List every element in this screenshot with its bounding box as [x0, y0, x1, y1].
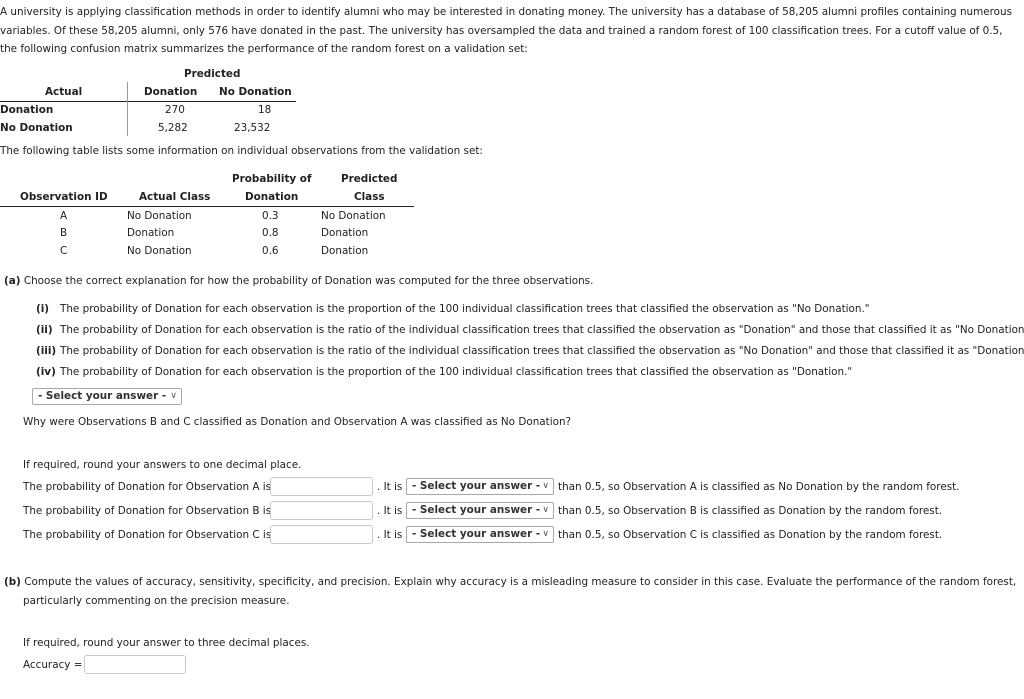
obs-actual: Donation	[127, 227, 175, 239]
obs-header-pred: Class	[354, 191, 385, 203]
option-i: (i) The probability of Donation for each …	[36, 303, 870, 315]
obs-prob: 0.8	[262, 227, 279, 239]
row-prefix: The probability of Donation for Observat…	[23, 529, 272, 541]
obs-prob: 0.6	[262, 245, 279, 257]
part-a-text: Choose the correct explanation for how t…	[23, 275, 594, 287]
part-b-text: Compute the values of accuracy, sensitiv…	[24, 576, 1017, 588]
row-prefix: The probability of Donation for Observat…	[23, 481, 272, 493]
chevron-down-icon: ∨	[542, 505, 549, 515]
part-b-question: (b) Compute the values of accuracy, sens…	[4, 576, 1016, 588]
obs-header-actual: Actual Class	[139, 191, 211, 203]
select-value: - Select your answer -	[412, 480, 541, 492]
obs-pred: Donation	[321, 245, 369, 257]
obs-id: B	[60, 227, 68, 239]
cm-cell: 270	[165, 104, 185, 116]
chevron-down-icon: ∨	[542, 529, 549, 539]
prob-c-input[interactable]	[270, 525, 373, 544]
comparison-select-c[interactable]: - Select your answer - ∨	[406, 526, 554, 543]
obs-actual: No Donation	[127, 210, 192, 222]
select-value: - Select your answer -	[38, 390, 167, 402]
option-iv: (iv) The probability of Donation for each…	[36, 366, 852, 378]
accuracy-label: Accuracy =	[23, 659, 83, 671]
option-text: The probability of Donation for each obs…	[60, 366, 853, 378]
prob-a-input[interactable]	[270, 477, 373, 496]
cm-col-header: No Donation	[219, 86, 292, 98]
obs-header-pred: Predicted	[341, 173, 398, 185]
cm-row-label: Donation	[0, 104, 54, 116]
obs-intro: The following table lists some informati…	[0, 145, 483, 157]
obs-prob: 0.3	[262, 210, 279, 222]
part-a-label: (a)	[4, 275, 21, 287]
option-text: The probability of Donation for each obs…	[60, 324, 1024, 336]
cm-col-header: Donation	[144, 86, 198, 98]
option-iii: (iii) The probability of Donation for eac…	[36, 345, 1024, 357]
obs-pred: Donation	[321, 227, 369, 239]
chevron-down-icon: ∨	[542, 481, 549, 491]
select-value: - Select your answer -	[412, 528, 541, 540]
option-ii: (ii) The probability of Donation for each…	[36, 324, 1024, 336]
cm-header-divider	[0, 101, 296, 102]
obs-header-id: Observation ID	[20, 191, 108, 203]
prob-b-input[interactable]	[270, 501, 373, 520]
obs-header-prob: Donation	[245, 191, 299, 203]
comparison-select-a[interactable]: - Select your answer - ∨	[406, 478, 554, 495]
select-value: - Select your answer -	[412, 504, 541, 516]
cm-actual-header: Actual	[45, 86, 83, 98]
obs-header-divider	[0, 206, 414, 207]
option-number: (ii)	[36, 324, 53, 336]
cm-predicted-header: Predicted	[184, 68, 241, 80]
obs-actual: No Donation	[127, 245, 192, 257]
obs-id: A	[60, 210, 68, 222]
row-mid: . It is	[377, 529, 403, 541]
round-note-b: If required, round your answer to three …	[23, 637, 310, 649]
intro-paragraph: A university is applying classification …	[0, 6, 1013, 55]
row-suffix: than 0.5, so Observation B is classified…	[558, 505, 943, 517]
explanation-select[interactable]: - Select your answer - ∨	[32, 388, 182, 405]
option-number: (i)	[36, 303, 50, 315]
option-number: (iv)	[36, 366, 56, 378]
row-mid: . It is	[377, 505, 403, 517]
cm-cell: 18	[258, 104, 272, 116]
cm-cell: 5,282	[158, 122, 188, 134]
obs-pred: No Donation	[321, 210, 386, 222]
row-suffix: than 0.5, so Observation C is classified…	[558, 529, 943, 541]
option-text: The probability of Donation for each obs…	[60, 303, 870, 315]
round-note-a: If required, round your answers to one d…	[23, 459, 302, 471]
row-suffix: than 0.5, so Observation A is classified…	[558, 481, 960, 493]
option-text: The probability of Donation for each obs…	[60, 345, 1024, 357]
accuracy-input[interactable]	[84, 655, 186, 674]
row-prefix: The probability of Donation for Observat…	[23, 505, 272, 517]
cm-row-divider	[127, 82, 128, 136]
comparison-select-b[interactable]: - Select your answer - ∨	[406, 502, 554, 519]
cm-row-label: No Donation	[0, 122, 73, 134]
part-b-text-cont: particularly commenting on the precision…	[23, 595, 290, 607]
chevron-down-icon: ∨	[170, 391, 177, 401]
obs-id: C	[60, 245, 68, 257]
cm-cell: 23,532	[234, 122, 271, 134]
obs-header-prob: Probability of	[232, 173, 312, 185]
part-b-label: (b)	[4, 576, 21, 588]
option-number: (iii)	[36, 345, 57, 357]
part-a-question: (a) Choose the correct explanation for h…	[4, 275, 593, 287]
row-mid: . It is	[377, 481, 403, 493]
why-question: Why were Observations B and C classified…	[23, 416, 572, 428]
